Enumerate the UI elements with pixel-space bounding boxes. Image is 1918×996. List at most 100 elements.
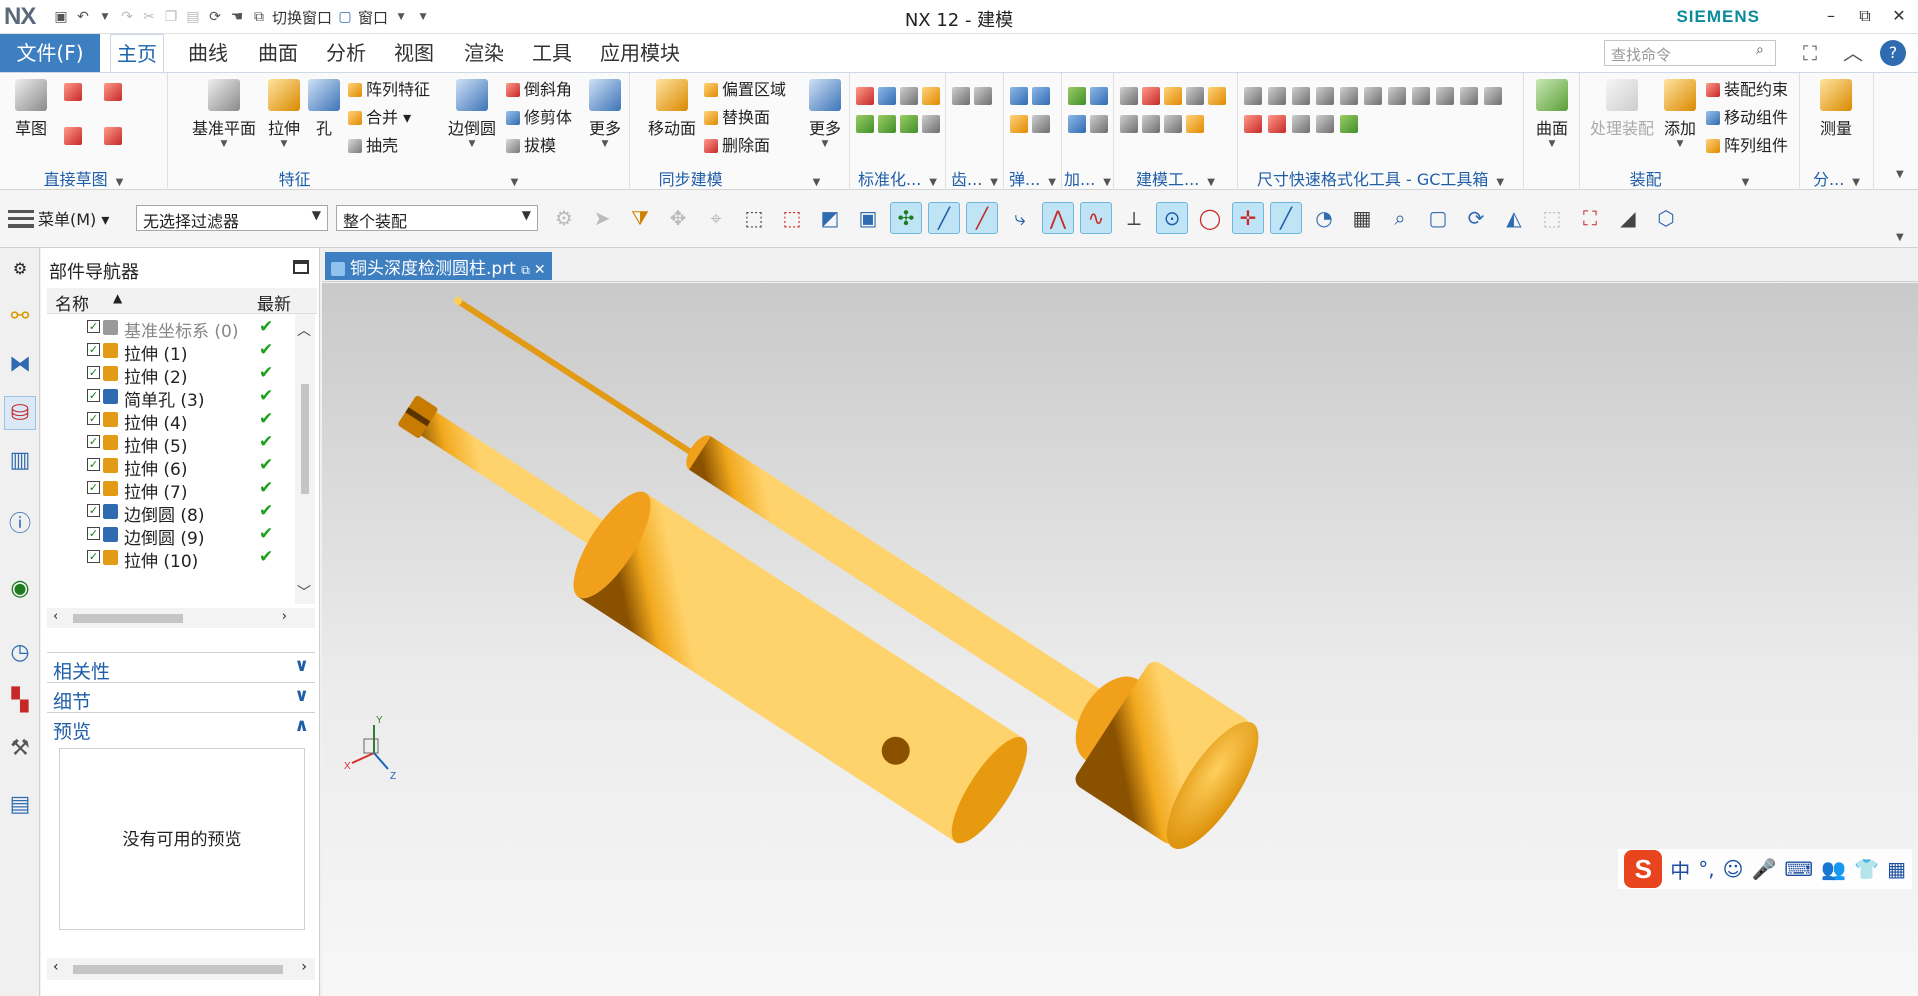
sync-more-button[interactable]: 更多 ▼: [806, 77, 844, 149]
spring-icon[interactable]: [1032, 115, 1050, 133]
undo-icon[interactable]: ↶: [74, 8, 92, 26]
grid-icon[interactable]: ▦: [1346, 202, 1378, 234]
gc-dimension-icon[interactable]: [1460, 87, 1478, 105]
point-on-surface-icon[interactable]: ◔: [1308, 202, 1340, 234]
rectangle-select-icon[interactable]: ⬚: [776, 202, 808, 234]
process-studio-icon[interactable]: ⚒: [4, 732, 36, 766]
visibility-checkbox[interactable]: ✓: [87, 412, 100, 425]
intersection-icon[interactable]: ⋀: [1042, 202, 1074, 234]
replace-face-button[interactable]: 替换面: [704, 107, 770, 129]
delete-face-button[interactable]: 删除面: [704, 135, 770, 157]
endpoint-icon[interactable]: ╱: [928, 202, 960, 234]
tab-view[interactable]: 视图: [388, 34, 440, 72]
section-preview[interactable]: 预览 ∧: [47, 712, 315, 743]
tab-application[interactable]: 应用模块: [594, 34, 686, 72]
file-menu-tab[interactable]: 文件(F): [0, 34, 100, 72]
column-latest-header[interactable]: 最新: [257, 290, 291, 315]
scroll-left-icon[interactable]: ‹: [53, 609, 58, 624]
skin-icon[interactable]: 👕: [1854, 857, 1879, 881]
standard-part-icon[interactable]: [856, 87, 874, 105]
constraint-navigator-icon[interactable]: ⧓: [4, 348, 36, 382]
gear-icon[interactable]: [974, 87, 992, 105]
arc-icon[interactable]: [104, 127, 122, 145]
close-button[interactable]: ✕: [1886, 6, 1912, 28]
select-all-icon[interactable]: ⌖: [700, 202, 732, 234]
microphone-icon[interactable]: 🎤: [1752, 857, 1777, 881]
add-tool-icon[interactable]: [1090, 115, 1108, 133]
pattern-component-button[interactable]: 阵列组件: [1706, 135, 1788, 157]
standard-part-icon[interactable]: [878, 87, 896, 105]
ime-punctuation[interactable]: °,: [1698, 857, 1714, 881]
gc-tolerance-icon[interactable]: [1292, 115, 1310, 133]
offset-region-button[interactable]: 偏置区域: [704, 79, 786, 101]
ime-language[interactable]: 中: [1670, 855, 1690, 884]
copy-icon[interactable]: ❐: [162, 8, 180, 26]
visibility-checkbox[interactable]: ✓: [87, 550, 100, 563]
full-screen-icon[interactable]: ⛶: [1795, 38, 1825, 68]
tree-vertical-scrollbar[interactable]: ︿ ﹀: [295, 314, 315, 604]
filter-icon[interactable]: ⧩: [624, 202, 656, 234]
touch-mode-icon[interactable]: ☚: [228, 8, 246, 26]
model-canvas[interactable]: X Y Z: [322, 283, 1918, 996]
scroll-right-icon[interactable]: ›: [282, 609, 287, 624]
gc-dimension-icon[interactable]: [1436, 87, 1454, 105]
measure-button[interactable]: 测量: [1816, 77, 1856, 139]
maximize-icon[interactable]: [293, 260, 309, 274]
gc-dimension-icon[interactable]: [1316, 87, 1334, 105]
hd3d-tools-icon[interactable]: ⓘ: [4, 508, 36, 542]
main-menu-button[interactable]: 菜单(M) ▾: [8, 206, 109, 230]
collapse-ribbon-icon[interactable]: ︿: [1838, 38, 1868, 68]
add-component-button[interactable]: 添加 ▼: [1660, 77, 1700, 149]
process-assembly-button[interactable]: 处理装配: [1586, 77, 1658, 139]
navigator-horizontal-scrollbar[interactable]: ‹ ›: [47, 958, 315, 980]
user-icon[interactable]: 👥: [1821, 857, 1846, 881]
float-tab-icon[interactable]: ⧉: [521, 263, 530, 277]
zoom-icon[interactable]: ▢: [1422, 202, 1454, 234]
arc-center-icon[interactable]: ⟂: [1118, 202, 1150, 234]
sort-ascending-icon[interactable]: ▲: [113, 291, 122, 305]
switch-window-button[interactable]: 切换窗口: [272, 7, 332, 28]
assembly-constraints-button[interactable]: 装配约束: [1706, 79, 1788, 101]
fit-view-icon[interactable]: ⌕: [1384, 202, 1416, 234]
section-details[interactable]: 细节 ∨: [47, 682, 315, 713]
scroll-left-icon[interactable]: ‹: [53, 959, 59, 975]
gear-icon[interactable]: [952, 87, 970, 105]
cube-select-icon[interactable]: ⬚: [738, 202, 770, 234]
visibility-checkbox[interactable]: ✓: [87, 527, 100, 540]
gc-tolerance-icon[interactable]: [1316, 115, 1334, 133]
point-on-curve-icon[interactable]: ╱: [1270, 202, 1302, 234]
window-menu-button[interactable]: 窗口: [358, 7, 388, 28]
gc-tolerance-icon[interactable]: [1268, 115, 1286, 133]
scroll-thumb[interactable]: [73, 614, 183, 623]
tab-analysis[interactable]: 分析: [320, 34, 372, 72]
select-feature-icon[interactable]: ➤: [586, 202, 618, 234]
visibility-checkbox[interactable]: ✓: [87, 343, 100, 356]
rectangle-icon[interactable]: [104, 83, 122, 101]
modeling-tool-icon[interactable]: [1142, 87, 1160, 105]
face-select-icon[interactable]: ◩: [814, 202, 846, 234]
scroll-right-icon[interactable]: ›: [301, 959, 307, 975]
settings-icon[interactable]: ⚙: [4, 252, 36, 286]
spring-icon[interactable]: [1010, 87, 1028, 105]
modeling-tool-icon[interactable]: [1208, 87, 1226, 105]
gc-dimension-icon[interactable]: [1292, 87, 1310, 105]
orient-view-icon[interactable]: ◭: [1498, 202, 1530, 234]
profile-icon[interactable]: [64, 83, 82, 101]
modeling-tool-icon[interactable]: [1186, 87, 1204, 105]
modeling-tool-icon[interactable]: [1164, 115, 1182, 133]
redo-icon[interactable]: ↷: [118, 8, 136, 26]
scroll-down-icon[interactable]: ﹀: [297, 582, 311, 602]
help-icon[interactable]: ?: [1880, 40, 1906, 66]
line-icon[interactable]: [64, 127, 82, 145]
render-style-icon[interactable]: ◢: [1612, 202, 1644, 234]
history-icon[interactable]: ◷: [4, 636, 36, 670]
column-name-header[interactable]: 名称: [55, 290, 89, 315]
tab-home[interactable]: 主页: [110, 34, 164, 72]
scroll-thumb[interactable]: [301, 384, 309, 494]
circle-center-icon[interactable]: ⊙: [1156, 202, 1188, 234]
window-dropdown-icon[interactable]: ▼: [392, 8, 410, 26]
edge-blend-button[interactable]: 边倒圆 ▼: [444, 77, 500, 149]
visibility-checkbox[interactable]: ✓: [87, 320, 100, 333]
gc-tolerance-icon[interactable]: [1244, 115, 1262, 133]
modeling-tool-icon[interactable]: [1186, 115, 1204, 133]
